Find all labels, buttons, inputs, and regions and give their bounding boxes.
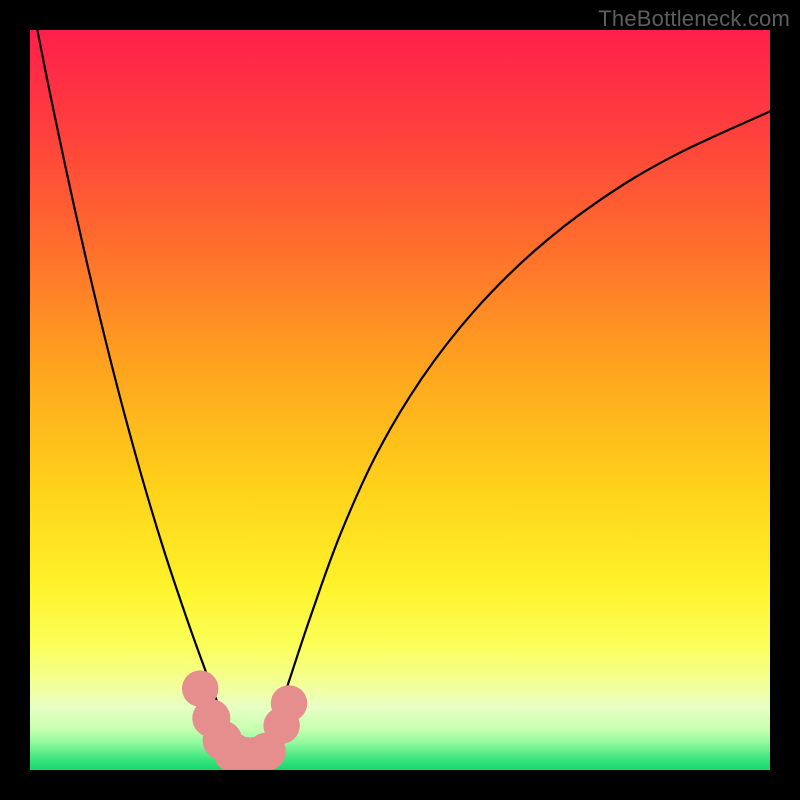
watermark-text: TheBottleneck.com xyxy=(598,6,790,32)
marker-dot xyxy=(271,685,307,721)
chart-frame: TheBottleneck.com xyxy=(0,0,800,800)
chart-svg xyxy=(30,30,770,770)
plot-area xyxy=(30,30,770,770)
gradient-background xyxy=(30,30,770,770)
